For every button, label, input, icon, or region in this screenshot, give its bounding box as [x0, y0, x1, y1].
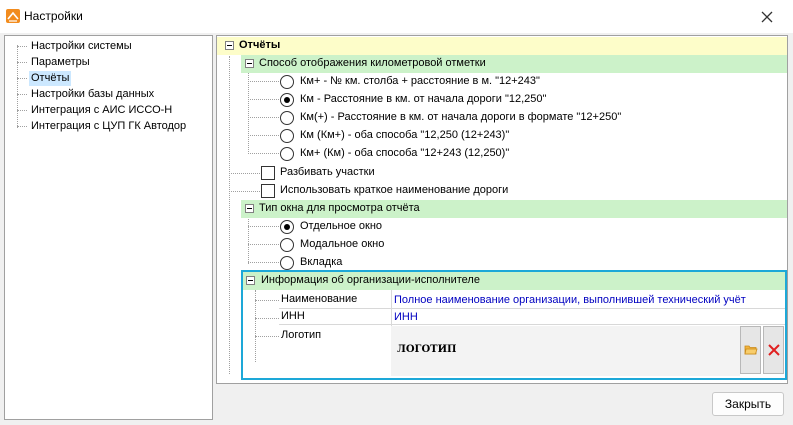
tree-item-system-settings[interactable]: Настройки системы: [29, 39, 134, 54]
tree-item-aisisso-integration[interactable]: Интеграция с АИС ИССО-Н: [29, 103, 174, 118]
km-option-1[interactable]: Км+ - № км. столба + расстояние в м. "12…: [217, 73, 787, 91]
km-option-3[interactable]: Км(+) - Расстояние в км. от начала дорог…: [217, 109, 787, 127]
tree-item-database-settings[interactable]: Настройки базы данных: [29, 87, 156, 102]
km-option-4[interactable]: Км (Км+) - оба способа "12,250 (12+243)": [217, 127, 787, 145]
window-option-1[interactable]: Отдельное окно: [217, 218, 787, 236]
collapse-icon[interactable]: [225, 41, 234, 50]
tree-connector: [17, 126, 27, 127]
tree-connector: [255, 318, 279, 319]
km-option-5[interactable]: Км+ (Км) - оба способа "12+243 (12,250)": [217, 145, 787, 163]
window-option-2[interactable]: Модальное окно: [217, 236, 787, 254]
org-name-value[interactable]: Полное наименование организации, выполни…: [394, 294, 746, 306]
reports-property-panel: Отчёты Способ отображения километровой о…: [216, 35, 788, 384]
window-title: Настройки: [24, 9, 83, 23]
group-window-type[interactable]: Тип окна для просмотра отчёта: [241, 200, 787, 218]
tree-item-avtodor-integration[interactable]: Интеграция с ЦУП ГК Автодор: [29, 119, 188, 134]
org-inn-value[interactable]: ИНН: [394, 311, 418, 323]
window-option-1-label: Отдельное окно: [300, 220, 383, 232]
group-org-info-title: Информация об организации-исполнителе: [261, 274, 480, 286]
split-sections-checkbox[interactable]: [261, 166, 275, 180]
grid-separator: [279, 324, 785, 325]
window-option-2-label: Модальное окно: [300, 238, 385, 250]
km-option-2[interactable]: Км - Расстояние в км. от начала дороги "…: [217, 91, 787, 109]
org-info-group: Информация об организации-исполнителе На…: [241, 270, 787, 380]
tree-item-parameters[interactable]: Параметры: [29, 55, 92, 70]
radio-km-both-2[interactable]: [280, 147, 294, 161]
tree-item-reports[interactable]: Отчёты: [29, 71, 72, 86]
grid-separator: [279, 308, 785, 309]
split-sections-label: Разбивать участки: [280, 166, 375, 178]
tree-connector: [17, 45, 18, 128]
ruler-icon: [6, 9, 20, 23]
section-reports-header[interactable]: Отчёты: [217, 37, 787, 55]
tree-connector: [17, 46, 27, 47]
tree-connector: [17, 110, 27, 111]
tree-connector: [17, 62, 27, 63]
radio-modal-window[interactable]: [280, 238, 294, 252]
collapse-icon[interactable]: [245, 59, 254, 68]
group-org-info[interactable]: Информация об организации-исполнителе: [243, 272, 785, 290]
title-bar: Настройки: [0, 0, 793, 33]
tree-connector: [255, 336, 279, 337]
close-button[interactable]: Закрыть: [712, 392, 784, 416]
org-name-label: Наименование: [281, 293, 358, 305]
radio-km-both-1[interactable]: [280, 129, 294, 143]
window-option-3-label: Вкладка: [300, 256, 343, 268]
radio-km-paren-plus[interactable]: [280, 111, 294, 125]
group-window-type-title: Тип окна для просмотра отчёта: [259, 202, 420, 214]
group-km-format-title: Способ отображения километровой отметки: [259, 57, 486, 69]
short-road-name-checkbox[interactable]: [261, 184, 275, 198]
km-option-5-label: Км+ (Км) - оба способа "12+243 (12,250)": [300, 147, 510, 159]
km-option-1-label: Км+ - № км. столба + расстояние в м. "12…: [300, 75, 540, 87]
close-icon[interactable]: [757, 7, 777, 27]
tree-connector: [17, 78, 27, 79]
km-option-3-label: Км(+) - Расстояние в км. от начала дорог…: [300, 111, 622, 123]
radio-km[interactable]: [280, 93, 294, 107]
tree-connector: [17, 94, 27, 95]
group-km-format[interactable]: Способ отображения километровой отметки: [241, 55, 787, 73]
open-logo-button[interactable]: [740, 326, 761, 374]
radio-separate-window[interactable]: [280, 220, 294, 234]
org-logo-label: Логотип: [281, 329, 322, 341]
org-inn-label: ИНН: [281, 310, 305, 322]
collapse-icon[interactable]: [246, 276, 255, 285]
short-road-name-label: Использовать краткое наименование дороги: [280, 184, 509, 196]
split-sections-row[interactable]: Разбивать участки: [217, 164, 787, 182]
settings-tree: Настройки системы Параметры Отчёты Настр…: [4, 35, 213, 420]
logo-placeholder-text: ЛОГОТИП: [397, 344, 457, 355]
km-option-4-label: Км (Км+) - оба способа "12,250 (12+243)": [300, 129, 510, 141]
short-road-name-row[interactable]: Использовать краткое наименование дороги: [217, 182, 787, 200]
tree-connector: [255, 300, 279, 301]
logo-preview[interactable]: ЛОГОТИП: [391, 326, 740, 376]
km-option-2-label: Км - Расстояние в км. от начала дороги "…: [300, 93, 547, 105]
radio-km-plus[interactable]: [280, 75, 294, 89]
clear-logo-button[interactable]: [763, 326, 784, 374]
collapse-icon[interactable]: [245, 204, 254, 213]
section-reports-title: Отчёты: [239, 39, 281, 51]
radio-tab[interactable]: [280, 256, 294, 270]
